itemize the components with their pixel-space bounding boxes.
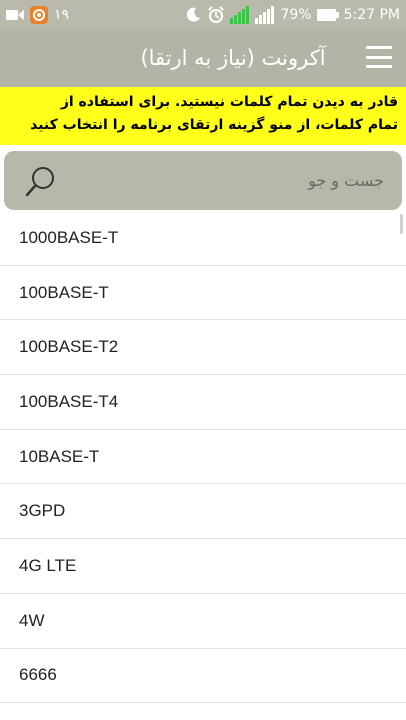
upgrade-banner[interactable]: قادر به دیدن تمام کلمات نیستید. برای است… (0, 87, 406, 145)
hamburger-menu-icon[interactable] (366, 46, 392, 68)
list-scrollbar[interactable] (400, 214, 403, 234)
battery-percent: 79% (280, 6, 312, 23)
status-bar: ۱۹ 79% 5:27 PM (0, 0, 406, 29)
sim-signal-icon (255, 5, 275, 24)
list-item[interactable]: 6666 (0, 649, 406, 704)
camera-icon (6, 9, 24, 21)
list-item[interactable]: 100BASE-T2 (0, 320, 406, 376)
list-item[interactable]: 100BASE-T (0, 266, 406, 321)
toolbar: آکرونت (نیاز به ارتقا) (0, 29, 406, 87)
list-item[interactable]: 3GPD (0, 484, 406, 540)
moon-icon (184, 6, 202, 24)
sim-signal-icon (230, 5, 250, 24)
list-item[interactable]: 100BASE-T4 (0, 375, 406, 430)
list-item[interactable]: 1000BASE-T (0, 211, 406, 266)
status-bar-left: ۱۹ (6, 5, 70, 24)
page-title: آکرونت (نیاز به ارتقا) (140, 46, 326, 70)
search-icon[interactable] (24, 164, 58, 198)
notification-count: ۱۹ (54, 6, 70, 23)
battery-icon (316, 8, 339, 22)
upgrade-banner-line-1: قادر به دیدن تمام کلمات نیستید. برای است… (60, 94, 398, 110)
upgrade-banner-line-2: تمام کلمات، از منو گزینه ارتقای برنامه ر… (30, 117, 398, 133)
search-bar (4, 151, 402, 210)
status-bar-right: 79% 5:27 PM (184, 5, 400, 24)
status-time: 5:27 PM (343, 6, 400, 23)
app-notification-icon (30, 5, 48, 24)
list-item[interactable]: 4G LTE (0, 539, 406, 594)
word-list: 1000BASE-T 100BASE-T 100BASE-T2 100BASE-… (0, 211, 406, 704)
search-input[interactable] (58, 164, 386, 197)
list-item[interactable]: 10BASE-T (0, 430, 406, 485)
alarm-icon (207, 5, 225, 24)
list-item[interactable]: 4W (0, 594, 406, 649)
